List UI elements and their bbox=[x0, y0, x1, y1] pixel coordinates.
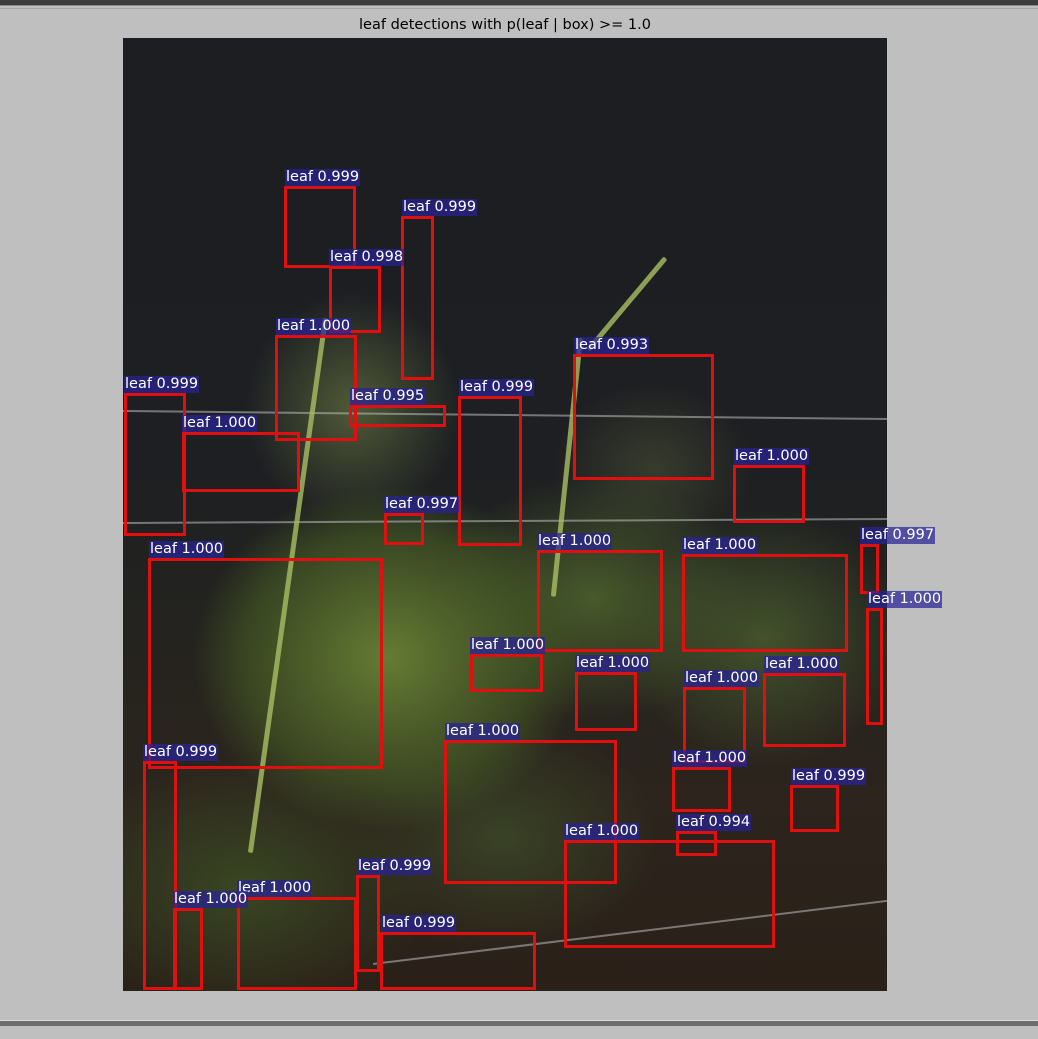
detection-box bbox=[380, 932, 536, 990]
detection-label: leaf 0.999 bbox=[285, 169, 361, 186]
detection-label: leaf 0.997 bbox=[860, 527, 936, 544]
detection-box bbox=[672, 767, 731, 812]
detection-box bbox=[866, 608, 883, 725]
detection-box bbox=[763, 673, 846, 747]
detection-box bbox=[733, 465, 805, 523]
detection-label: leaf 1.000 bbox=[764, 656, 840, 673]
detection-label: leaf 1.000 bbox=[445, 723, 521, 740]
detection-box bbox=[682, 554, 848, 652]
detection-box bbox=[564, 840, 775, 948]
detection-box bbox=[575, 672, 637, 731]
detection-label: leaf 0.999 bbox=[791, 768, 867, 785]
detection-box bbox=[124, 393, 186, 536]
detection-label: leaf 1.000 bbox=[237, 880, 313, 897]
detection-label: leaf 1.000 bbox=[537, 533, 613, 550]
detection-label: leaf 0.997 bbox=[384, 496, 460, 513]
detection-label: leaf 1.000 bbox=[734, 448, 810, 465]
detection-label: leaf 1.000 bbox=[867, 591, 943, 608]
window-top-bar bbox=[0, 0, 1038, 6]
detection-label: leaf 1.000 bbox=[470, 637, 546, 654]
detection-box bbox=[537, 550, 663, 652]
detection-label: leaf 1.000 bbox=[575, 655, 651, 672]
detection-label: leaf 0.993 bbox=[574, 337, 650, 354]
detection-box bbox=[573, 354, 714, 480]
detection-box bbox=[148, 558, 383, 769]
detection-box bbox=[275, 335, 357, 441]
detection-label: leaf 0.998 bbox=[329, 249, 405, 266]
detection-label: leaf 0.995 bbox=[350, 388, 426, 405]
detection-box bbox=[143, 761, 177, 990]
detection-box bbox=[384, 513, 424, 545]
detection-label: leaf 0.999 bbox=[124, 376, 200, 393]
detection-label: leaf 1.000 bbox=[276, 318, 352, 335]
detection-box bbox=[458, 396, 522, 546]
detection-label: leaf 0.999 bbox=[381, 915, 457, 932]
detection-box bbox=[860, 544, 879, 594]
detection-label: leaf 1.000 bbox=[672, 750, 748, 767]
detection-label: leaf 1.000 bbox=[682, 537, 758, 554]
detection-box bbox=[356, 875, 380, 972]
detection-label: leaf 1.000 bbox=[684, 670, 760, 687]
detection-box bbox=[237, 897, 357, 990]
window-top-divider bbox=[0, 8, 1038, 9]
detection-label: leaf 1.000 bbox=[564, 823, 640, 840]
detection-box bbox=[470, 654, 543, 692]
detection-box bbox=[182, 432, 300, 492]
detection-box bbox=[173, 908, 203, 990]
window-bottom-bar bbox=[0, 1020, 1038, 1026]
detection-label: leaf 0.999 bbox=[459, 379, 535, 396]
detection-box bbox=[349, 405, 446, 427]
detection-label: leaf 0.999 bbox=[402, 199, 478, 216]
detection-label: leaf 1.000 bbox=[182, 415, 258, 432]
detection-label: leaf 0.999 bbox=[143, 744, 219, 761]
figure-title: leaf detections with p(leaf | box) >= 1.… bbox=[359, 17, 651, 33]
detection-label: leaf 0.994 bbox=[676, 814, 752, 831]
detection-label: leaf 0.999 bbox=[357, 858, 433, 875]
detection-box bbox=[790, 785, 839, 832]
detection-box bbox=[401, 216, 434, 380]
detection-label: leaf 1.000 bbox=[173, 891, 249, 908]
detection-label: leaf 1.000 bbox=[149, 541, 225, 558]
